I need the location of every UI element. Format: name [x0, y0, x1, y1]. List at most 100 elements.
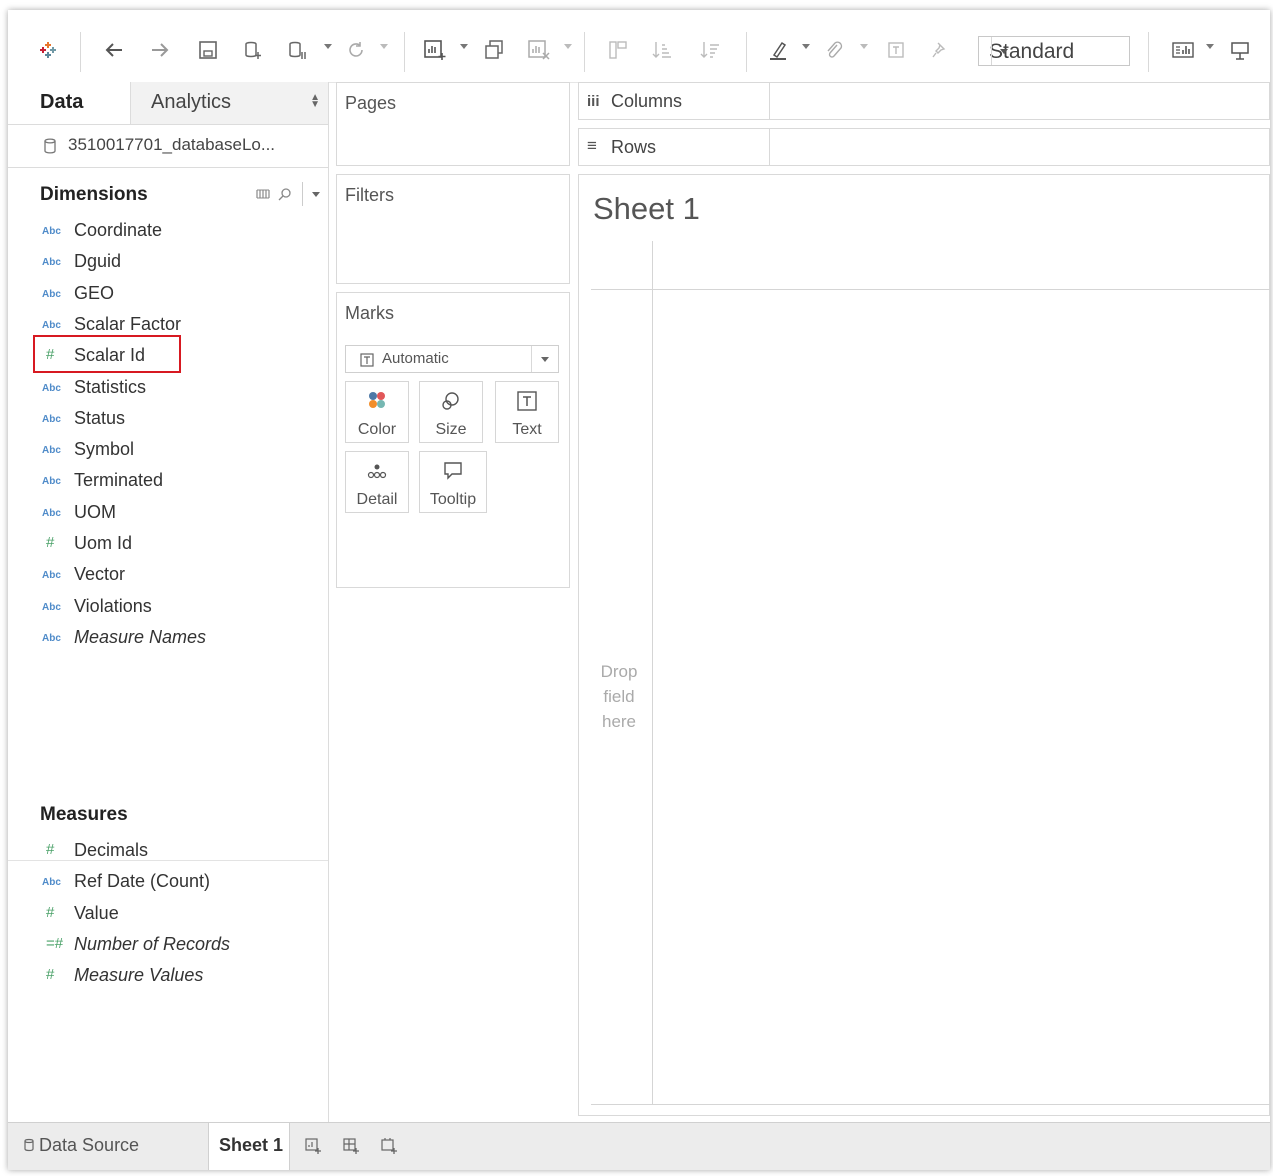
string-type-icon: Abc	[42, 877, 61, 889]
highlight-pen-icon[interactable]	[764, 36, 792, 64]
filters-shelf[interactable]: Filters	[336, 174, 570, 284]
field-decimals[interactable]: # Decimals	[40, 838, 320, 866]
string-type-icon: Abc	[42, 226, 61, 237]
new-worksheet-icon[interactable]	[420, 36, 450, 64]
sort-descending-icon[interactable]	[696, 36, 724, 64]
data-source-name: 3510017701_databaseLo...	[68, 135, 276, 154]
field-dguid[interactable]: Abc Dguid	[40, 249, 320, 277]
dimensions-menu-caret[interactable]	[312, 192, 320, 197]
duplicate-sheet-icon[interactable]	[480, 36, 508, 64]
sort-ascending-icon[interactable]	[648, 36, 676, 64]
clear-sheet-icon[interactable]	[524, 36, 554, 64]
fit-select-caret[interactable]	[991, 37, 1016, 65]
rows-shelf[interactable]: ≡ Rows	[578, 128, 1270, 166]
mark-type-select[interactable]: Automatic	[345, 345, 559, 373]
rows-shelf-label: ≡ Rows	[579, 129, 770, 165]
pause-dropdown-caret[interactable]	[324, 44, 332, 49]
field-geo[interactable]: Abc GEO	[40, 281, 320, 309]
new-worksheet-caret[interactable]	[460, 44, 468, 49]
tab-analytics-label: Analytics	[151, 91, 232, 113]
field-statistics[interactable]: Abc Statistics	[40, 375, 320, 403]
highlight-caret[interactable]	[802, 44, 810, 49]
marks-detail-button[interactable]: Detail	[345, 451, 409, 513]
show-me-caret[interactable]	[1206, 44, 1214, 49]
field-number-of-records[interactable]: =# Number of Records	[40, 932, 320, 960]
data-pane-tabs: Data Analytics ▲ ▼	[8, 82, 328, 125]
rows-title: Rows	[611, 137, 657, 157]
size-icon	[442, 392, 459, 410]
marks-title: Marks	[345, 303, 394, 323]
view-canvas[interactable]: Sheet 1 Drop field here	[578, 174, 1270, 1116]
tab-analytics[interactable]: Analytics ▲ ▼	[130, 82, 328, 124]
field-measure-names[interactable]: Abc Measure Names	[40, 625, 320, 653]
marks-text-button[interactable]: Text	[495, 381, 559, 443]
data-source-item[interactable]: 3510017701_databaseLo...	[8, 125, 328, 168]
field-violations[interactable]: Abc Violations	[40, 594, 320, 622]
field-uom[interactable]: Abc UOM	[40, 500, 320, 528]
header-divider-line	[591, 289, 1270, 290]
field-measure-values[interactable]: # Measure Values	[40, 963, 320, 991]
field-uom-id[interactable]: # Uom Id	[40, 531, 320, 559]
swap-rows-columns-icon[interactable]	[604, 36, 632, 64]
database-icon	[44, 138, 56, 154]
field-label: Uom Id	[74, 533, 133, 553]
number-type-icon: #	[46, 903, 55, 921]
fit-select[interactable]: Standard	[978, 36, 1130, 66]
columns-title: Columns	[611, 91, 683, 111]
field-label: Symbol	[74, 439, 135, 460]
sheet-title[interactable]: Sheet 1	[593, 191, 700, 227]
sheet-tab-bar: Data Source Sheet 1	[8, 1122, 1270, 1170]
tab-data-source[interactable]: Data Source	[24, 1135, 139, 1156]
field-status[interactable]: Abc Status	[40, 406, 320, 434]
view-cards-icon[interactable]	[256, 188, 270, 200]
search-icon[interactable]	[278, 187, 292, 201]
save-icon[interactable]	[194, 36, 222, 64]
fix-axes-pin-icon[interactable]	[926, 36, 954, 64]
tableau-window: Standard Data Analytics ▲ ▼ 3510017701_da…	[8, 10, 1270, 1170]
field-terminated[interactable]: Abc Terminated	[40, 468, 320, 496]
field-label: UOM	[74, 501, 116, 522]
field-label: Scalar Factor	[74, 313, 182, 334]
toolbar-separator	[584, 32, 585, 72]
refresh-icon[interactable]	[342, 36, 370, 64]
pause-updates-icon[interactable]	[284, 36, 312, 64]
clear-sheet-caret[interactable]	[564, 44, 572, 49]
field-ref-date-count[interactable]: Abc Ref Date (Count)	[40, 869, 320, 897]
new-worksheet-icon[interactable]	[304, 1137, 322, 1155]
field-label: Dguid	[74, 251, 122, 272]
group-caret[interactable]	[860, 44, 868, 49]
tab-sheet-1[interactable]: Sheet 1	[208, 1123, 290, 1170]
sort-arrows-icon[interactable]: ▲ ▼	[310, 93, 320, 110]
columns-shelf[interactable]: iii Columns	[578, 82, 1270, 120]
back-arrow-icon[interactable]	[100, 36, 128, 64]
field-label: Vector	[74, 564, 126, 585]
tableau-logo-icon[interactable]	[34, 36, 62, 64]
marks-color-label: Color	[357, 421, 397, 438]
field-value[interactable]: # Value	[40, 901, 320, 929]
show-me-icon[interactable]	[1168, 36, 1198, 64]
forward-arrow-icon[interactable]	[146, 36, 174, 64]
tab-sheet-1-label: Sheet 1	[219, 1135, 284, 1155]
field-label: Number of Records	[74, 933, 231, 954]
marks-size-button[interactable]: Size	[419, 381, 483, 443]
new-story-icon[interactable]	[380, 1137, 398, 1155]
group-paperclip-icon[interactable]	[820, 36, 848, 64]
mark-type-caret[interactable]	[531, 346, 558, 372]
pages-shelf[interactable]: Pages	[336, 82, 570, 166]
number-type-icon: #	[46, 841, 55, 858]
field-label: Violations	[74, 595, 152, 616]
presentation-mode-icon[interactable]	[1226, 36, 1254, 64]
field-vector[interactable]: Abc Vector	[40, 562, 320, 590]
tab-data[interactable]: Data	[8, 82, 130, 124]
show-mark-labels-icon[interactable]	[882, 36, 910, 64]
field-label: Coordinate	[74, 220, 163, 240]
marks-detail-label: Detail	[356, 491, 398, 508]
field-coordinate[interactable]: Abc Coordinate	[40, 218, 320, 246]
marks-color-button[interactable]: Color	[345, 381, 409, 443]
refresh-dropdown-caret[interactable]	[380, 44, 388, 49]
new-dashboard-icon[interactable]	[342, 1137, 360, 1155]
marks-tooltip-button[interactable]: Tooltip	[419, 451, 487, 513]
field-symbol[interactable]: Abc Symbol	[40, 437, 320, 465]
drop-field-here-zone[interactable]: Drop field here	[591, 659, 647, 734]
new-data-source-icon[interactable]	[240, 36, 268, 64]
